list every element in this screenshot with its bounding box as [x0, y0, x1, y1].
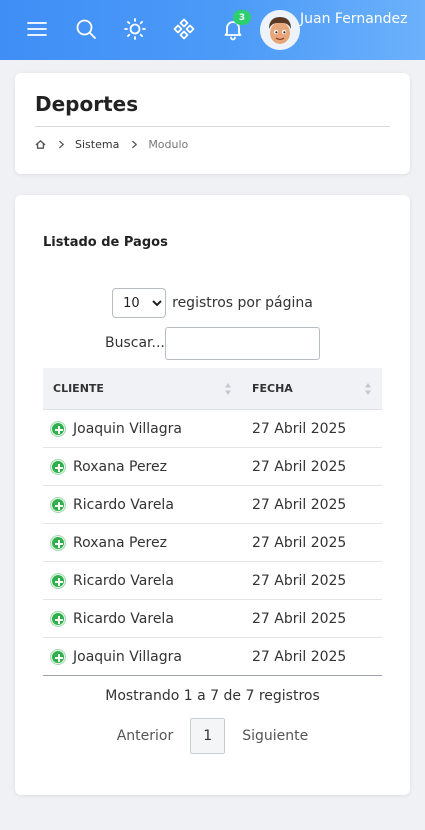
date-cell: 27 Abril 2025 — [252, 534, 347, 551]
date-cell: 27 Abril 2025 — [252, 648, 347, 665]
page-length-control: 10 registros por página — [15, 288, 410, 318]
expand-row-icon[interactable] — [51, 421, 65, 436]
chevron-right-icon — [58, 140, 65, 149]
client-cell: Joaquin Villagra — [73, 420, 182, 437]
page-button-1[interactable]: 1 — [190, 718, 226, 754]
chevron-right-icon — [131, 140, 138, 149]
sort-icon — [365, 383, 371, 395]
table-row: Ricardo Varela 27 Abril 2025 — [43, 486, 382, 524]
column-header-fecha[interactable]: FECHA — [242, 368, 382, 409]
expand-row-icon[interactable] — [51, 611, 65, 626]
date-cell: 27 Abril 2025 — [252, 496, 347, 513]
table-body: Joaquin Villagra 27 Abril 2025 Roxana Pe… — [43, 410, 382, 676]
page-length-label: registros por página — [172, 295, 313, 311]
table-row: Ricardo Varela 27 Abril 2025 — [43, 600, 382, 638]
previous-button[interactable]: Anterior — [117, 728, 174, 744]
expand-row-icon[interactable] — [51, 649, 65, 664]
date-cell: 27 Abril 2025 — [252, 610, 347, 627]
date-cell: 27 Abril 2025 — [252, 572, 347, 589]
section-title: Listado de Pagos — [43, 235, 168, 250]
apps-icon[interactable] — [169, 14, 199, 44]
search-input[interactable] — [165, 327, 320, 360]
expand-row-icon[interactable] — [51, 535, 65, 550]
home-icon[interactable] — [35, 139, 46, 150]
next-button[interactable]: Siguiente — [242, 728, 308, 744]
payments-card: Listado de Pagos 10 registros por página… — [15, 195, 410, 795]
expand-row-icon[interactable] — [51, 497, 65, 512]
search-label: Buscar... — [105, 335, 165, 351]
expand-row-icon[interactable] — [51, 573, 65, 588]
menu-icon[interactable] — [22, 14, 52, 44]
breadcrumb: Sistema Modulo — [35, 135, 188, 153]
table-row: Ricardo Varela 27 Abril 2025 — [43, 562, 382, 600]
page-title: Deportes — [35, 92, 139, 116]
table-row: Joaquin Villagra 27 Abril 2025 — [43, 638, 382, 676]
divider — [35, 126, 390, 127]
breadcrumb-item-modulo: Modulo — [148, 137, 189, 151]
avatar[interactable] — [260, 10, 300, 50]
column-header-label: FECHA — [252, 382, 293, 395]
user-name[interactable]: Juan Fernandez — [300, 9, 420, 30]
sun-icon[interactable] — [120, 14, 150, 44]
column-header-cliente[interactable]: CLIENTE — [43, 368, 242, 409]
client-cell: Joaquin Villagra — [73, 648, 182, 665]
notification-badge: 3 — [233, 10, 251, 25]
table-row: Roxana Perez 27 Abril 2025 — [43, 448, 382, 486]
page-length-select[interactable]: 10 — [112, 288, 167, 318]
pagination: Anterior 1 Siguiente — [15, 718, 410, 754]
table-header: CLIENTE FECHA — [43, 368, 382, 410]
client-cell: Roxana Perez — [73, 534, 167, 551]
sort-icon — [225, 383, 231, 395]
breadcrumb-item-sistema[interactable]: Sistema — [75, 138, 119, 151]
date-cell: 27 Abril 2025 — [252, 458, 347, 475]
client-cell: Roxana Perez — [73, 458, 167, 475]
payments-table: CLIENTE FECHA Joaquin Villagra 27 Abril … — [43, 368, 382, 676]
page-header-card: Deportes Sistema Modulo — [15, 73, 410, 174]
table-info: Mostrando 1 a 7 de 7 registros — [105, 688, 320, 704]
table-row: Joaquin Villagra 27 Abril 2025 — [43, 410, 382, 448]
client-cell: Ricardo Varela — [73, 496, 174, 513]
table-row: Roxana Perez 27 Abril 2025 — [43, 524, 382, 562]
search-icon[interactable] — [71, 14, 101, 44]
top-bar: 3 Juan Fernandez — [0, 0, 425, 60]
date-cell: 27 Abril 2025 — [252, 420, 347, 437]
expand-row-icon[interactable] — [51, 459, 65, 474]
client-cell: Ricardo Varela — [73, 610, 174, 627]
column-header-label: CLIENTE — [53, 382, 104, 395]
client-cell: Ricardo Varela — [73, 572, 174, 589]
